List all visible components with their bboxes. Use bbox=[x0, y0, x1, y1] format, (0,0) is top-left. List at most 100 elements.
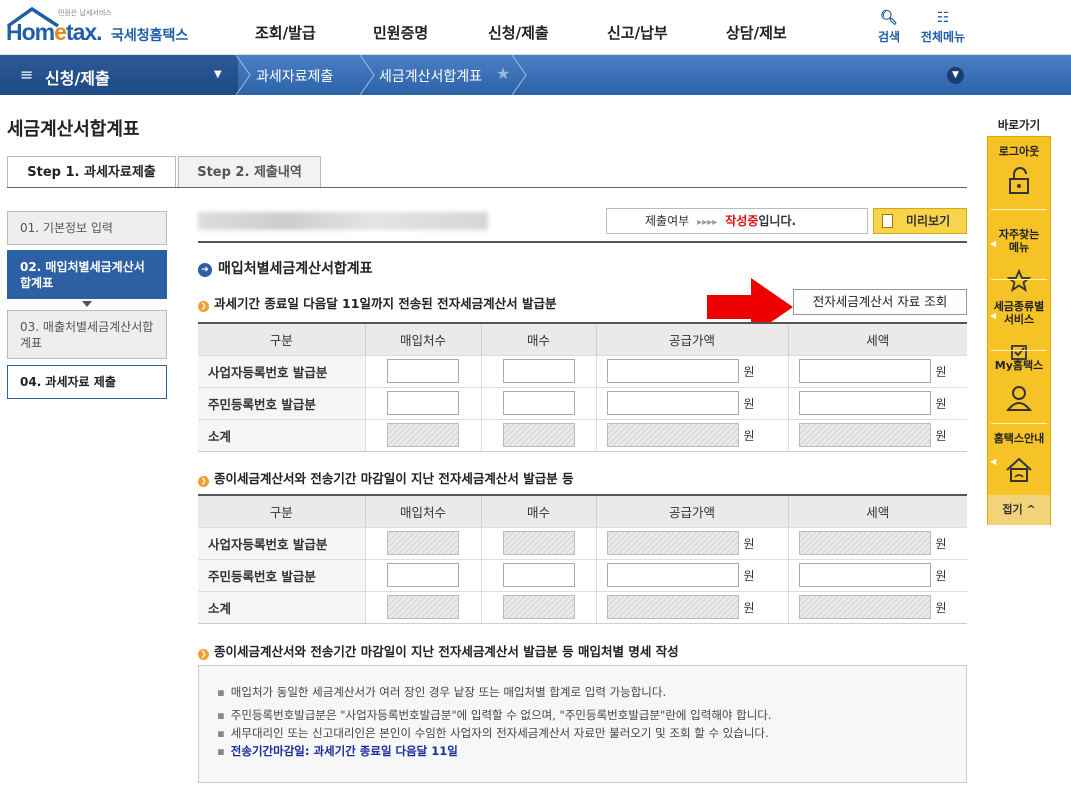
favorite-star-icon[interactable]: ★ bbox=[496, 64, 510, 83]
hamburger-icon: ≡ bbox=[20, 65, 34, 84]
caret-down-icon: ▼ bbox=[214, 69, 222, 80]
nav-civil-cert[interactable]: 민원증명 bbox=[373, 22, 428, 43]
tax-amount-total bbox=[798, 595, 931, 619]
search-button[interactable]: 🔍︎ 검색 bbox=[871, 10, 907, 45]
sheet-count-input[interactable] bbox=[502, 391, 575, 415]
col-header: 매입처수 bbox=[364, 322, 481, 355]
vendor-count-total bbox=[387, 595, 459, 619]
col-header: 구분 bbox=[198, 322, 365, 355]
subheading-detail: ❯ 종이세금계산서와 전송기간 마감일이 지난 전자세금계산서 발급분 등 매입처… bbox=[198, 641, 679, 660]
page: 민원은 납세서비스 Hometax. 국세청홈택스 조회/발급 민원증명 신청/… bbox=[0, 0, 1071, 788]
logo-wordmark: Hometax. bbox=[6, 19, 103, 45]
expand-chevron-icon[interactable]: ▼ bbox=[947, 67, 964, 84]
quick-favorites[interactable]: 자주찾는 메뉴 bbox=[988, 215, 1050, 293]
row-label: 사업자등록번호 발급분 bbox=[198, 526, 365, 559]
step-submit[interactable]: 04. 과세자료 제출 bbox=[7, 365, 167, 399]
quick-my-hometax[interactable]: My홈택스 bbox=[988, 359, 1050, 423]
tax-amount-input[interactable] bbox=[798, 391, 931, 415]
step-sales-summary[interactable]: 03. 매출처별세금계산서합계표 bbox=[7, 310, 167, 359]
step-purchase-summary[interactable]: 02. 매입처별세금계산서합계표 bbox=[7, 250, 167, 299]
table-electronic: 구분 매입처수 매수 공급가액 세액 사업자등록번호 발급분 원 원 주민등록번… bbox=[198, 322, 967, 452]
nav-apply-submit[interactable]: 신청/제출 bbox=[488, 22, 549, 43]
col-header: 매입처수 bbox=[364, 494, 481, 527]
quick-hometax-guide[interactable]: 홈택스안내 bbox=[988, 432, 1050, 492]
table-row: 소계 원 원 bbox=[198, 418, 967, 452]
vendor-count-input[interactable] bbox=[387, 391, 459, 415]
nav-consult[interactable]: 상담/제보 bbox=[726, 22, 787, 43]
col-header: 세액 bbox=[787, 494, 967, 527]
row-label: 소계 bbox=[198, 418, 365, 452]
breadcrumb-separator-icon bbox=[360, 55, 375, 95]
supply-amount-total bbox=[606, 595, 739, 619]
subheading-electronic: ❯ 과세기간 종료일 다음달 11일까지 전송된 전자세금계산서 발급분 bbox=[198, 293, 557, 312]
quick-logout[interactable]: 로그아웃 bbox=[988, 145, 1050, 205]
nav-report-pay[interactable]: 신고/납부 bbox=[607, 22, 668, 43]
logo-korean-name: 국세청홈택스 bbox=[111, 28, 189, 44]
tab-underline bbox=[7, 187, 967, 188]
col-header: 매수 bbox=[480, 494, 596, 527]
section-title: ➔ 매입처별세금계산서합계표 bbox=[198, 258, 373, 278]
breadcrumb-item-current[interactable]: 세금계산서합계표 bbox=[379, 66, 482, 86]
sheet-count-total bbox=[502, 423, 575, 447]
grid-menu-icon: ☷ bbox=[936, 10, 950, 26]
breadcrumb-separator-icon bbox=[512, 55, 527, 95]
preview-button[interactable]: 미리보기 bbox=[873, 208, 967, 234]
tax-amount-total bbox=[798, 423, 931, 447]
row-label: 소계 bbox=[198, 590, 365, 624]
col-header: 세액 bbox=[787, 322, 967, 355]
top-header: 민원은 납세서비스 Hometax. 국세청홈택스 조회/발급 민원증명 신청/… bbox=[0, 0, 1071, 55]
quick-tax-services[interactable]: 세금종류별 서비스 bbox=[988, 287, 1050, 360]
tax-amount-input[interactable] bbox=[798, 359, 931, 383]
redacted-taxpayer-info bbox=[198, 212, 488, 230]
row-label: 사업자등록번호 발급분 bbox=[198, 354, 365, 387]
page-title: 세금계산서합계표 bbox=[7, 119, 140, 140]
col-header: 공급가액 bbox=[595, 494, 788, 527]
tax-amount-input[interactable] bbox=[798, 563, 931, 587]
row-label: 주민등록번호 발급분 bbox=[198, 386, 365, 419]
sheet-count-disabled bbox=[502, 531, 575, 555]
vendor-count-disabled bbox=[387, 531, 459, 555]
hometax-logo[interactable]: 민원은 납세서비스 Hometax. 국세청홈택스 bbox=[6, 6, 191, 50]
bullet-circle-icon: ❯ bbox=[198, 476, 209, 487]
expand-left-icon: ◀ bbox=[990, 457, 997, 466]
tax-amount-disabled bbox=[798, 531, 931, 555]
user-icon bbox=[1005, 386, 1033, 411]
vendor-count-input[interactable] bbox=[387, 563, 459, 587]
nav-inquiry[interactable]: 조회/발급 bbox=[255, 22, 316, 43]
supply-amount-input[interactable] bbox=[606, 391, 739, 415]
col-header: 공급가액 bbox=[595, 322, 788, 355]
subheading-paper: ❯ 종이세금계산서와 전송기간 마감일이 지난 전자세금계산서 발급분 등 bbox=[198, 468, 574, 487]
table-row: 사업자등록번호 발급분 원 원 bbox=[198, 354, 967, 387]
collapse-button[interactable]: 접기 ^ bbox=[988, 495, 1050, 525]
tab-step1[interactable]: Step 1. 과세자료제출 bbox=[7, 156, 176, 188]
arrow-circle-icon: ➔ bbox=[198, 263, 212, 277]
full-menu-button[interactable]: ☷ 전체메뉴 bbox=[915, 10, 971, 45]
status-state: 작성중 bbox=[725, 214, 759, 228]
expand-left-icon: ◀ bbox=[990, 311, 997, 320]
supply-amount-total bbox=[606, 423, 739, 447]
step-basic-info[interactable]: 01. 기본정보 입력 bbox=[7, 211, 167, 245]
table-row: 사업자등록번호 발급분 원 원 bbox=[198, 526, 967, 559]
notice-deadline: ▪ 전송기간마감일: 과세기간 종료일 다음달 11일 bbox=[217, 744, 458, 758]
table-row: 소계 원 원 bbox=[198, 590, 967, 624]
sheet-count-input[interactable] bbox=[502, 359, 575, 383]
submission-status: 제출여부 ▸▸▸▸ 작성중입니다. bbox=[606, 208, 868, 234]
quick-links-panel: 로그아웃 자주찾는 메뉴 ◀ 세금종류별 서비스 ◀ My홈택스 홈택스안내 ◀… bbox=[987, 136, 1051, 525]
breadcrumb-item-taxdata[interactable]: 과세자료제출 bbox=[256, 66, 333, 86]
category-menu-label: 신청/제출 bbox=[45, 69, 110, 88]
tab-step2[interactable]: Step 2. 제출내역 bbox=[178, 156, 321, 188]
unlock-icon bbox=[1009, 167, 1029, 194]
sheet-count-total bbox=[502, 595, 575, 619]
breadcrumb-separator-icon bbox=[236, 55, 251, 95]
query-e-invoice-button[interactable]: 전자세금계산서 자료 조회 bbox=[793, 289, 967, 315]
notice-line: ▪ 세무대리인 또는 신고대리인은 본인이 수임한 사업자의 전자세금계산서 자료… bbox=[217, 726, 769, 740]
notice-line: ▪ 주민등록번호발급분은 "사업자등록번호발급분"에 입력할 수 없으며, "주민… bbox=[217, 708, 772, 722]
supply-amount-input[interactable] bbox=[606, 563, 739, 587]
row-label: 주민등록번호 발급분 bbox=[198, 558, 365, 591]
sheet-count-input[interactable] bbox=[502, 563, 575, 587]
category-menu-dropdown[interactable]: ≡ 신청/제출 ▼ bbox=[0, 55, 238, 95]
table-row: 주민등록번호 발급분 원 원 bbox=[198, 386, 967, 419]
supply-amount-input[interactable] bbox=[606, 359, 739, 383]
search-icon: 🔍︎ bbox=[880, 10, 898, 26]
vendor-count-input[interactable] bbox=[387, 359, 459, 383]
